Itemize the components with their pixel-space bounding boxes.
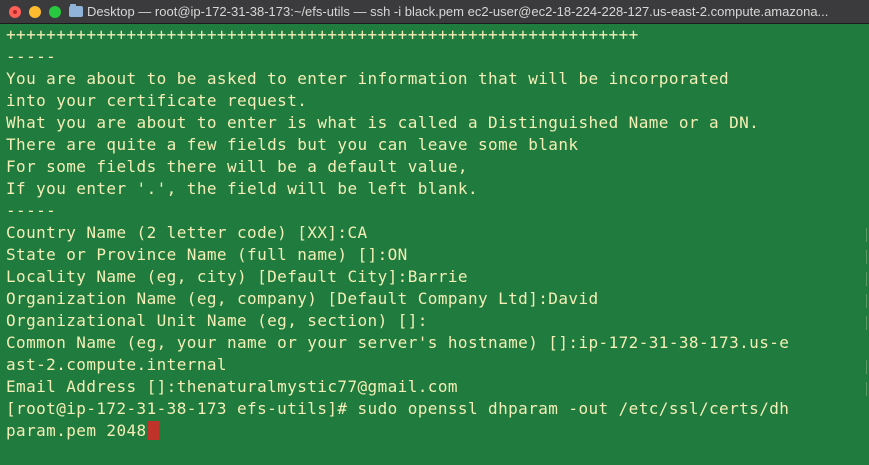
- window-title: Desktop — root@ip-172-31-38-173:~/efs-ut…: [87, 4, 829, 19]
- title-bar[interactable]: Desktop — root@ip-172-31-38-173:~/efs-ut…: [0, 0, 869, 24]
- terminal-line: Country Name (2 letter code) [XX]:CA: [6, 223, 368, 242]
- right-edge-marker: [864, 228, 867, 242]
- terminal-line: State or Province Name (full name) []:ON: [6, 245, 408, 264]
- right-edge-marker: [864, 316, 867, 330]
- terminal-line: Common Name (eg, your name or your serve…: [6, 333, 790, 352]
- terminal-line: -----: [6, 201, 57, 220]
- terminal-line: Email Address []:thenaturalmystic77@gmai…: [6, 377, 458, 396]
- right-edge-marker: [864, 294, 867, 308]
- terminal-line: What you are about to enter is what is c…: [6, 113, 760, 132]
- terminal-line: Organization Name (eg, company) [Default…: [6, 289, 599, 308]
- terminal-output[interactable]: ++++++++++++++++++++++++++++++++++++++++…: [0, 24, 869, 465]
- terminal-line: You are about to be asked to enter infor…: [6, 69, 730, 88]
- text-cursor: [147, 421, 159, 440]
- right-edge-marker: [864, 382, 867, 396]
- right-edge-marker: [864, 360, 867, 374]
- terminal-line-text: param.pem 2048: [6, 421, 147, 440]
- terminal-line: [root@ip-172-31-38-173 efs-utils]# sudo …: [6, 399, 790, 418]
- terminal-line: For some fields there will be a default …: [6, 157, 468, 176]
- close-icon[interactable]: [9, 6, 21, 18]
- terminal-line: ++++++++++++++++++++++++++++++++++++++++…: [6, 25, 639, 44]
- terminal-line: There are quite a few fields but you can…: [6, 135, 579, 154]
- minimize-icon[interactable]: [29, 6, 41, 18]
- right-edge-marker: [864, 250, 867, 264]
- folder-icon: [69, 4, 83, 17]
- terminal-line: ast-2.compute.internal: [6, 355, 227, 374]
- terminal-line: Locality Name (eg, city) [Default City]:…: [6, 267, 468, 286]
- terminal-prompt-line: param.pem 2048: [6, 420, 159, 442]
- terminal-window: Desktop — root@ip-172-31-38-173:~/efs-ut…: [0, 0, 869, 465]
- terminal-line: into your certificate request.: [6, 91, 308, 110]
- terminal-line: Organizational Unit Name (eg, section) […: [6, 311, 428, 330]
- terminal-line: If you enter '.', the field will be left…: [6, 179, 479, 198]
- zoom-icon[interactable]: [49, 6, 61, 18]
- right-edge-marker: [864, 272, 867, 286]
- terminal-line: -----: [6, 47, 57, 66]
